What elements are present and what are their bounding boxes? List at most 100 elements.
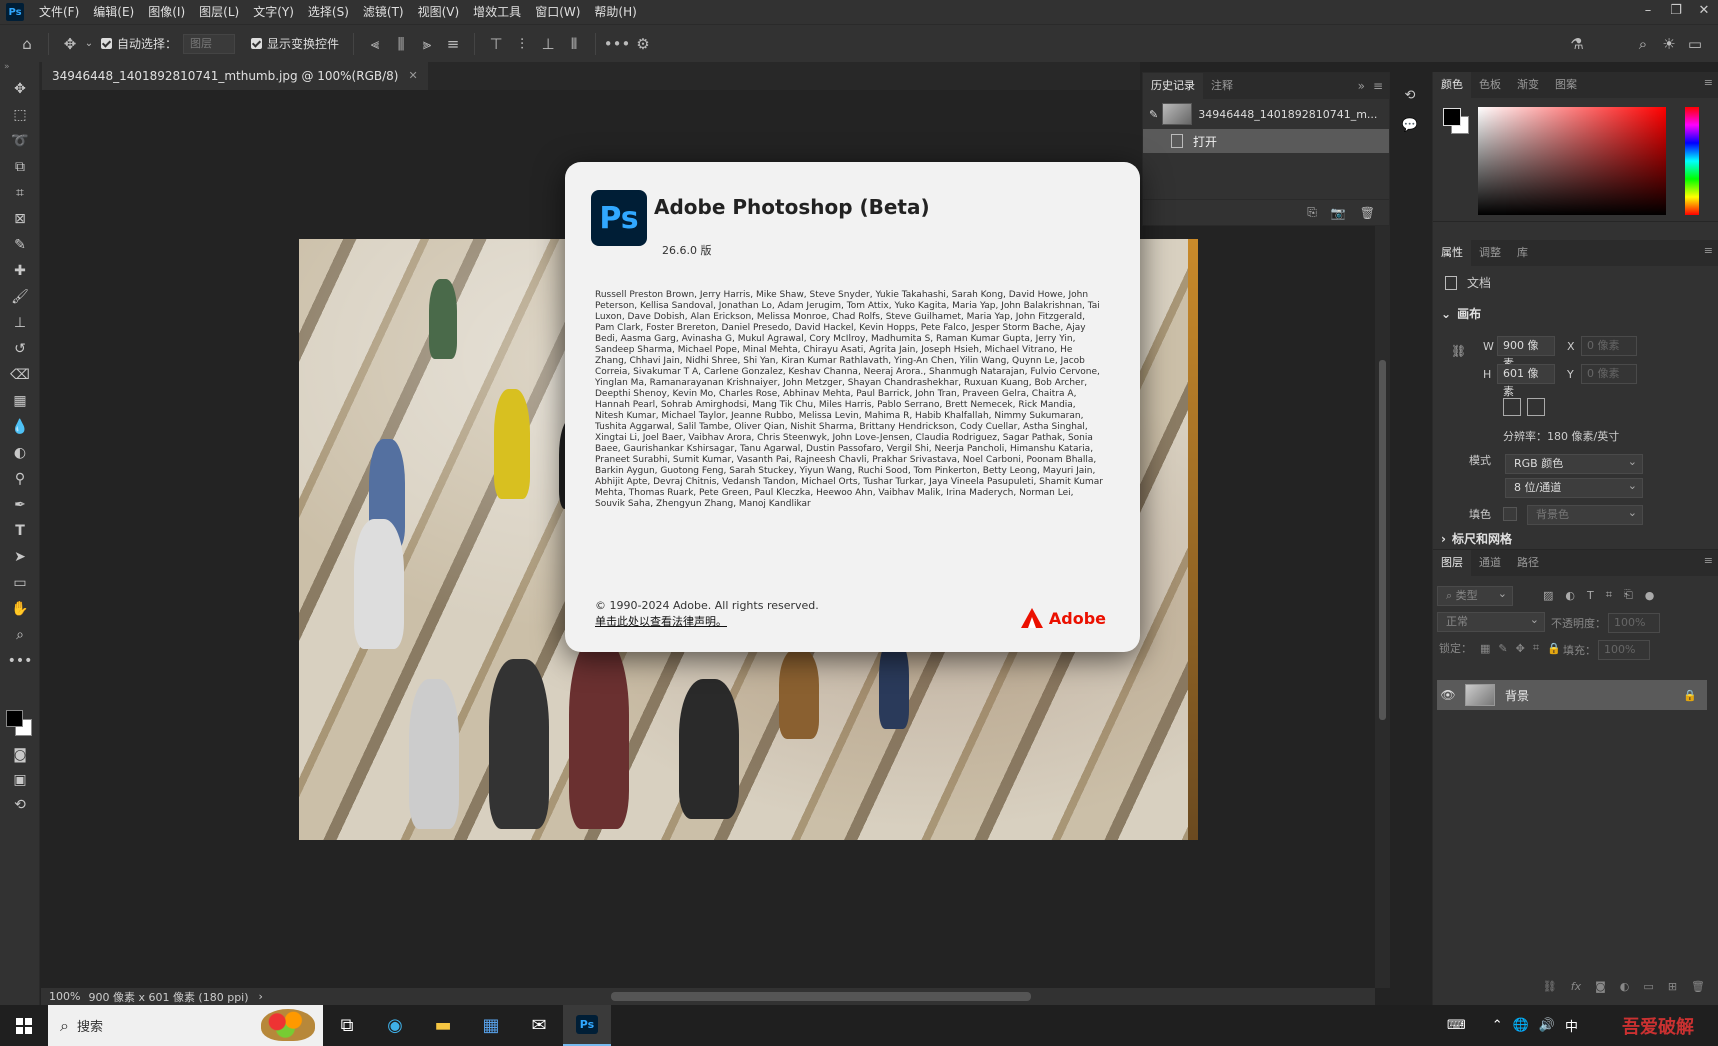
chevron-down-icon[interactable]: ⌄ bbox=[83, 31, 95, 57]
layer-filter-dropdown[interactable]: ⌕ 类型 bbox=[1437, 585, 1513, 606]
brush-tool-icon[interactable]: 🖌 bbox=[0, 284, 40, 310]
about-dialog[interactable]: Ps Adobe Photoshop (Beta) 26.6.0 版 Russe… bbox=[565, 162, 1140, 652]
document-tab[interactable]: 34946448_1401892810741_mthumb.jpg @ 100%… bbox=[42, 62, 428, 90]
lasso-tool-icon[interactable]: ➰ bbox=[0, 128, 40, 154]
hue-slider[interactable] bbox=[1685, 107, 1699, 215]
task-view-icon[interactable]: ⧉ bbox=[323, 1005, 371, 1046]
close-icon[interactable]: ✕ bbox=[1690, 0, 1718, 24]
photoshop-taskbar-icon[interactable]: Ps bbox=[563, 1005, 611, 1046]
align-bottom-icon[interactable]: ⊥ bbox=[535, 31, 561, 57]
file-explorer-icon[interactable]: ▬ bbox=[419, 1005, 467, 1046]
fx-icon[interactable]: fx bbox=[1571, 980, 1581, 993]
lock-artboard-icon[interactable]: ⌗ bbox=[1533, 641, 1539, 655]
link-layers-icon[interactable]: ⛓ bbox=[1543, 980, 1557, 993]
comments-icon[interactable]: 💬 bbox=[1398, 114, 1422, 138]
mail-icon[interactable]: ✉ bbox=[515, 1005, 563, 1046]
distribute-vertical-icon[interactable]: ⦀ bbox=[561, 31, 587, 57]
align-left-icon[interactable]: ⫷ bbox=[362, 31, 388, 57]
opacity-input[interactable]: 100% bbox=[1608, 613, 1660, 633]
tab-swatches[interactable]: 色板 bbox=[1471, 72, 1509, 98]
tab-adjustments[interactable]: 调整 bbox=[1471, 240, 1509, 266]
edit-toolbar-icon[interactable]: ⟲ bbox=[0, 792, 40, 818]
network-icon[interactable]: 🌐 bbox=[1513, 1018, 1529, 1033]
edge-browser-icon[interactable]: ◉ bbox=[371, 1005, 419, 1046]
tab-patterns[interactable]: 图案 bbox=[1547, 72, 1585, 98]
panel-menu-icon[interactable]: ≡ bbox=[1704, 554, 1713, 567]
frame-tool-icon[interactable]: ⊠ bbox=[0, 206, 40, 232]
zoom-lens-tool-icon[interactable]: ⚲ bbox=[0, 466, 40, 492]
path-select-tool-icon[interactable]: ➤ bbox=[0, 544, 40, 570]
quick-mask-icon[interactable]: ◙ bbox=[0, 742, 40, 768]
add-mask-icon[interactable]: ◙ bbox=[1595, 980, 1606, 993]
menu-file[interactable]: 文件(F) bbox=[32, 0, 86, 24]
align-top-icon[interactable]: ⊤ bbox=[483, 31, 509, 57]
auto-select-checkbox[interactable]: 自动选择： bbox=[101, 35, 177, 52]
y-input[interactable]: 0 像素 bbox=[1581, 364, 1637, 384]
new-group-icon[interactable]: ▭ bbox=[1643, 980, 1653, 993]
stamp-tool-icon[interactable]: ⊥ bbox=[0, 310, 40, 336]
type-layer-filter-icon[interactable]: T bbox=[1587, 589, 1594, 602]
x-input[interactable]: 0 像素 bbox=[1581, 336, 1637, 356]
collapse-icon[interactable]: » bbox=[0, 62, 39, 76]
rectangle-tool-icon[interactable]: ▭ bbox=[0, 570, 40, 596]
chevron-right-icon[interactable]: › bbox=[259, 990, 263, 1003]
menu-select[interactable]: 选择(S) bbox=[301, 0, 356, 24]
panel-expand-icon[interactable]: » bbox=[1358, 79, 1365, 93]
history-panel-icon[interactable]: ⟲ bbox=[1398, 84, 1422, 108]
foreground-color-swatch[interactable] bbox=[6, 710, 23, 727]
align-center-icon[interactable]: ⫼ bbox=[388, 31, 414, 57]
crop-tool-icon[interactable]: ⌗ bbox=[0, 180, 40, 206]
screen-mode-icon[interactable]: ▣ bbox=[0, 767, 40, 793]
new-document-from-state-icon[interactable]: ⎘ bbox=[1307, 205, 1317, 220]
chevron-up-icon[interactable]: ⌃ bbox=[1492, 1018, 1503, 1033]
lock-transparent-icon[interactable]: ▦ bbox=[1480, 642, 1490, 655]
hand-tool-icon[interactable]: ✋ bbox=[0, 596, 40, 622]
trash-icon[interactable]: 🗑 bbox=[1360, 206, 1375, 220]
keyboard-icon[interactable]: ⌨ bbox=[1447, 1018, 1466, 1033]
home-icon[interactable]: ⌂ bbox=[14, 31, 40, 57]
canvas-section-header[interactable]: ⌄ 画布 bbox=[1441, 305, 1481, 322]
eraser-tool-icon[interactable]: ⌫ bbox=[0, 362, 40, 388]
menu-image[interactable]: 图像(I) bbox=[141, 0, 192, 24]
pixel-layer-filter-icon[interactable]: ▨ bbox=[1543, 589, 1553, 602]
lock-all-icon[interactable]: 🔒 bbox=[1547, 642, 1561, 655]
panel-menu-icon[interactable]: ≡ bbox=[1373, 79, 1383, 93]
foreground-color-swatch[interactable] bbox=[1443, 108, 1461, 126]
windows-start-button[interactable] bbox=[0, 1005, 48, 1046]
horizontal-scrollbar[interactable] bbox=[611, 992, 1031, 1001]
gear-icon[interactable]: ⚙ bbox=[630, 31, 656, 57]
move-tool-icon[interactable]: ✥ bbox=[57, 31, 83, 57]
dodge-tool-icon[interactable]: ◐ bbox=[0, 440, 40, 466]
scrollbar-thumb[interactable] bbox=[1379, 360, 1386, 720]
menu-plugins[interactable]: 增效工具 bbox=[466, 0, 528, 24]
menu-view[interactable]: 视图(V) bbox=[411, 0, 467, 24]
marquee-tool-icon[interactable]: ⬚ bbox=[0, 102, 40, 128]
width-input[interactable]: 900 像素 bbox=[1497, 336, 1555, 370]
tab-libraries[interactable]: 库 bbox=[1509, 240, 1536, 266]
adjustment-layer-filter-icon[interactable]: ◐ bbox=[1565, 589, 1575, 602]
more-options-icon[interactable]: ••• bbox=[604, 31, 631, 57]
move-tool-icon[interactable]: ✥ bbox=[0, 76, 40, 102]
legal-notices-link[interactable]: 单击此处以查看法律声明。 bbox=[595, 613, 727, 629]
eye-icon[interactable]: 👁 bbox=[1437, 688, 1459, 702]
new-layer-icon[interactable]: ⊞ bbox=[1668, 980, 1677, 993]
show-transform-checkbox[interactable]: 显示变换控件 bbox=[251, 35, 339, 52]
tab-gradients[interactable]: 渐变 bbox=[1509, 72, 1547, 98]
layer-row-background[interactable]: 👁 背景 🔒 bbox=[1437, 680, 1707, 710]
microsoft-store-icon[interactable]: ▦ bbox=[467, 1005, 515, 1046]
trash-icon[interactable]: 🗑 bbox=[1691, 980, 1705, 993]
rulers-grids-section-header[interactable]: › 标尺和网格 bbox=[1441, 530, 1512, 547]
healing-brush-tool-icon[interactable]: ✚ bbox=[0, 258, 40, 284]
fill-swatch[interactable] bbox=[1503, 507, 1517, 521]
tab-properties[interactable]: 属性 bbox=[1433, 240, 1471, 266]
workspace-icon[interactable]: ▭ bbox=[1682, 31, 1708, 57]
tab-notes[interactable]: 注释 bbox=[1203, 73, 1241, 99]
menu-layer[interactable]: 图层(L) bbox=[192, 0, 246, 24]
menu-help[interactable]: 帮助(H) bbox=[587, 0, 643, 24]
panel-menu-icon[interactable]: ≡ bbox=[1704, 244, 1713, 257]
pen-tool-icon[interactable]: ✒ bbox=[0, 492, 40, 518]
search-icon[interactable]: ⌕ bbox=[1630, 31, 1656, 57]
blend-mode-dropdown[interactable]: 正常 bbox=[1437, 611, 1545, 632]
menu-edit[interactable]: 编辑(E) bbox=[86, 0, 141, 24]
menu-type[interactable]: 文字(Y) bbox=[246, 0, 301, 24]
